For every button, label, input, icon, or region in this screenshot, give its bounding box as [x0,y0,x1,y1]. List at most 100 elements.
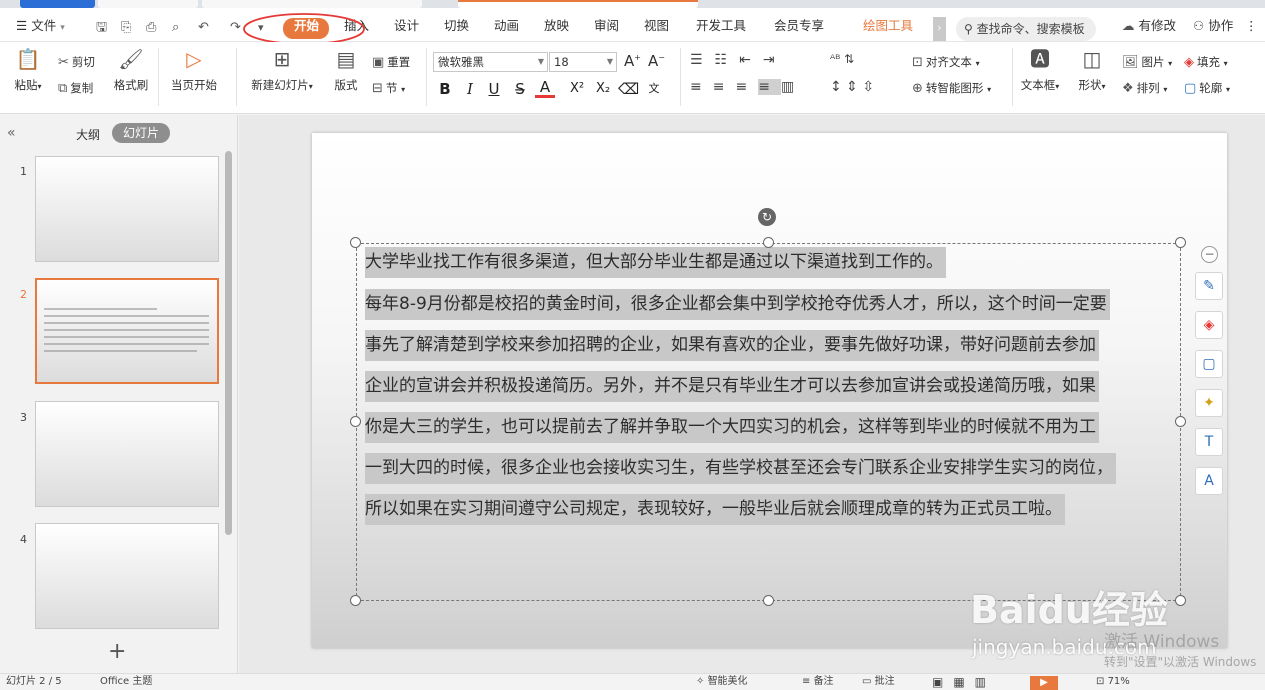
collapse-panel-icon[interactable]: « [7,125,16,141]
tab-transition[interactable]: 切换 [444,16,469,36]
pen-tool-icon[interactable]: ✎ [1195,272,1223,300]
beautify-button[interactable]: ✧ 智能美化 [696,674,748,690]
tab-slides[interactable]: 幻灯片 [112,123,170,143]
print-preview-icon[interactable]: ⌕ [172,20,179,36]
rotate-handle-icon[interactable]: ↻ [758,208,776,226]
alignment-buttons[interactable]: ≡≡≡≡▥ [690,79,805,95]
save-icon[interactable]: 🖫 [96,20,107,36]
slide-thumbnail-1[interactable] [35,156,219,262]
resize-handle[interactable] [1175,237,1186,248]
arrange-button[interactable]: ❖ 排列 ▾ [1122,78,1167,98]
cut-button[interactable]: ✂ 剪切 [58,52,95,72]
copy-button[interactable]: ⧉ 复制 [58,78,93,98]
text-line[interactable]: 一到大四的时候，很多企业也会接收实习生，有些学校甚至还会专门联系企业安排学生实习… [365,453,1116,484]
text-direction-icon[interactable]: ᴬᴮ ⇅ [830,52,854,66]
resize-handle[interactable] [350,595,361,606]
tab-drawing-tools[interactable]: 绘图工具 [863,16,913,36]
print-icon[interactable]: ⎙ [146,20,156,36]
menu-bar: ☰ 文件 ▾ 🖫 ⎘ ⎙ ⌕ ↶ ↷ ▾ 开始 插入 设计 切换 动画 放映 审… [0,8,1265,42]
tab-review[interactable]: 审阅 [594,16,619,36]
eraser-icon[interactable]: ⌫ [618,79,639,99]
resize-handle[interactable] [1175,416,1186,427]
shrink-font-icon[interactable]: A− [648,52,665,70]
tab-developer[interactable]: 开发工具 [696,16,746,36]
tab-slideshow[interactable]: 放映 [544,16,569,36]
shape-button[interactable]: ◫ 形状▾ [1072,46,1112,93]
doc-tab-new[interactable] [202,0,422,8]
phonetic-icon[interactable]: 文 [644,79,664,99]
file-menu[interactable]: ☰ 文件 ▾ [16,16,65,36]
tab-animation[interactable]: 动画 [494,16,519,36]
bold-button[interactable]: B [435,79,455,99]
format-painter-button[interactable]: 🖌 格式刷 [110,46,152,93]
section-button[interactable]: ⊟ 节 ▾ [372,78,405,98]
tab-outline[interactable]: 大纲 [76,126,100,143]
undo-icon[interactable]: ↶ [198,20,209,36]
zoom-control[interactable]: ⊡ 71% [1096,674,1130,690]
text-line[interactable]: 所以如果在实习期间遵守公司规定，表现较好，一般毕业后就会顺理成章的转为正式员工啦… [365,494,1065,525]
brush-icon: 🖌 [118,47,144,71]
add-slide-button[interactable]: + [108,639,126,664]
textbox-button[interactable]: 🅰 文本框▾ [1018,46,1062,93]
italic-button[interactable]: I [460,79,480,99]
grow-font-icon[interactable]: A+ [624,52,641,70]
resize-handle[interactable] [350,237,361,248]
slide-thumbnail-2[interactable] [35,278,219,384]
export-icon[interactable]: ⎘ [121,20,131,36]
slide-thumbnail-4[interactable] [35,523,219,629]
comments-button[interactable]: ▭ 批注 [862,674,895,690]
notes-button[interactable]: ≡ 备注 [802,674,834,690]
slide[interactable]: ↻ 大学毕业找工作有很多渠道，但大部分毕业生都是通过以下渠道找到工作的。 每年8… [312,133,1227,648]
text-line[interactable]: 你是大三的学生，也可以提前去了解并争取一个大四实习的机会，这样等到毕业的时候就不… [365,412,1099,443]
more-icon[interactable]: ⋮ [1245,16,1258,36]
view-buttons[interactable]: ▣▦▥ [932,674,996,690]
doc-tab-daoke[interactable] [98,0,198,8]
tab-membership[interactable]: 会员专享 [774,16,824,36]
text-line[interactable]: 企业的宣讲会并积极投递简历。另外，并不是只有毕业生才可以去参加宣讲会或投递简历哦… [365,371,1099,402]
resize-handle[interactable] [350,416,361,427]
idea-tool-icon[interactable]: ✦ [1195,389,1223,417]
underline-button[interactable]: U [484,79,504,99]
tab-design[interactable]: 设计 [394,16,419,36]
play-from-current-button[interactable]: ▷ 当页开始 [166,46,222,93]
font-name-select[interactable]: 微软雅黑 ▼ [433,52,548,72]
align-text-button[interactable]: ⊡ 对齐文本 ▾ [912,52,980,72]
smart-shape-button[interactable]: ⊕ 转智能图形 ▾ [912,78,991,98]
text-effect-tool-icon[interactable]: A [1195,467,1223,495]
text-line[interactable]: 每年8-9月份都是校招的黄金时间，很多企业都会集中到学校抢夺优秀人才，所以，这个… [365,289,1110,320]
text-box[interactable]: 大学毕业找工作有很多渠道，但大部分毕业生都是通过以下渠道找到工作的。 每年8-9… [356,243,1181,601]
doc-tab-ppt[interactable] [458,0,698,8]
resize-handle[interactable] [1175,595,1186,606]
text-fit-tool-icon[interactable]: T [1195,428,1223,456]
font-size-select[interactable]: 18 ▼ [549,52,617,72]
fill-button[interactable]: ◈ 填充 ▾ [1184,52,1228,72]
paste-button[interactable]: 📋 粘贴▾ [8,46,48,93]
has-changes-button[interactable]: ☁ 有修改 [1122,16,1176,36]
line-spacing-icon[interactable]: ↕ ⇕ ⇳ [830,79,874,95]
search-box[interactable]: ⚲ 查找命令、搜索模板 [956,17,1096,41]
outline-tool-icon[interactable]: ▢ [1195,350,1223,378]
collapse-tools-icon[interactable]: − [1201,246,1218,263]
outline-button[interactable]: ▢ 轮廓 ▾ [1184,78,1230,98]
resize-handle[interactable] [763,595,774,606]
slide-thumbnail-3[interactable] [35,401,219,507]
superscript-button[interactable]: X² [566,79,588,99]
picture-button[interactable]: 🖼 图片 ▾ [1122,52,1172,72]
reset-button[interactable]: ▣ 重置 [372,52,410,72]
panel-scrollbar[interactable] [225,151,232,535]
play-slideshow-icon[interactable]: ▶ [1030,676,1058,690]
doc-tab-home[interactable] [20,0,95,8]
resize-handle[interactable] [763,237,774,248]
text-line[interactable]: 大学毕业找工作有很多渠道，但大部分毕业生都是通过以下渠道找到工作的。 [365,247,946,278]
new-slide-button[interactable]: ⊞ 新建幻灯片▾ [246,46,318,93]
collab-button[interactable]: ⚇ 协作 [1193,16,1233,36]
text-line[interactable]: 事先了解清楚到学校来参加招聘的企业，如果有喜欢的企业，要事先做好功课，带好问题前… [365,330,1099,361]
tab-view[interactable]: 视图 [644,16,669,36]
layout-button[interactable]: ▤ 版式 [328,46,364,93]
subscript-button[interactable]: X₂ [592,79,614,99]
strikethrough-icon[interactable]: S̶ [510,79,530,99]
font-color-button[interactable]: A [535,79,555,98]
list-buttons[interactable]: ☰☷⇤⇥ [690,52,787,68]
more-tabs-icon[interactable]: › [933,17,946,41]
fill-tool-icon[interactable]: ◈ [1195,311,1223,339]
